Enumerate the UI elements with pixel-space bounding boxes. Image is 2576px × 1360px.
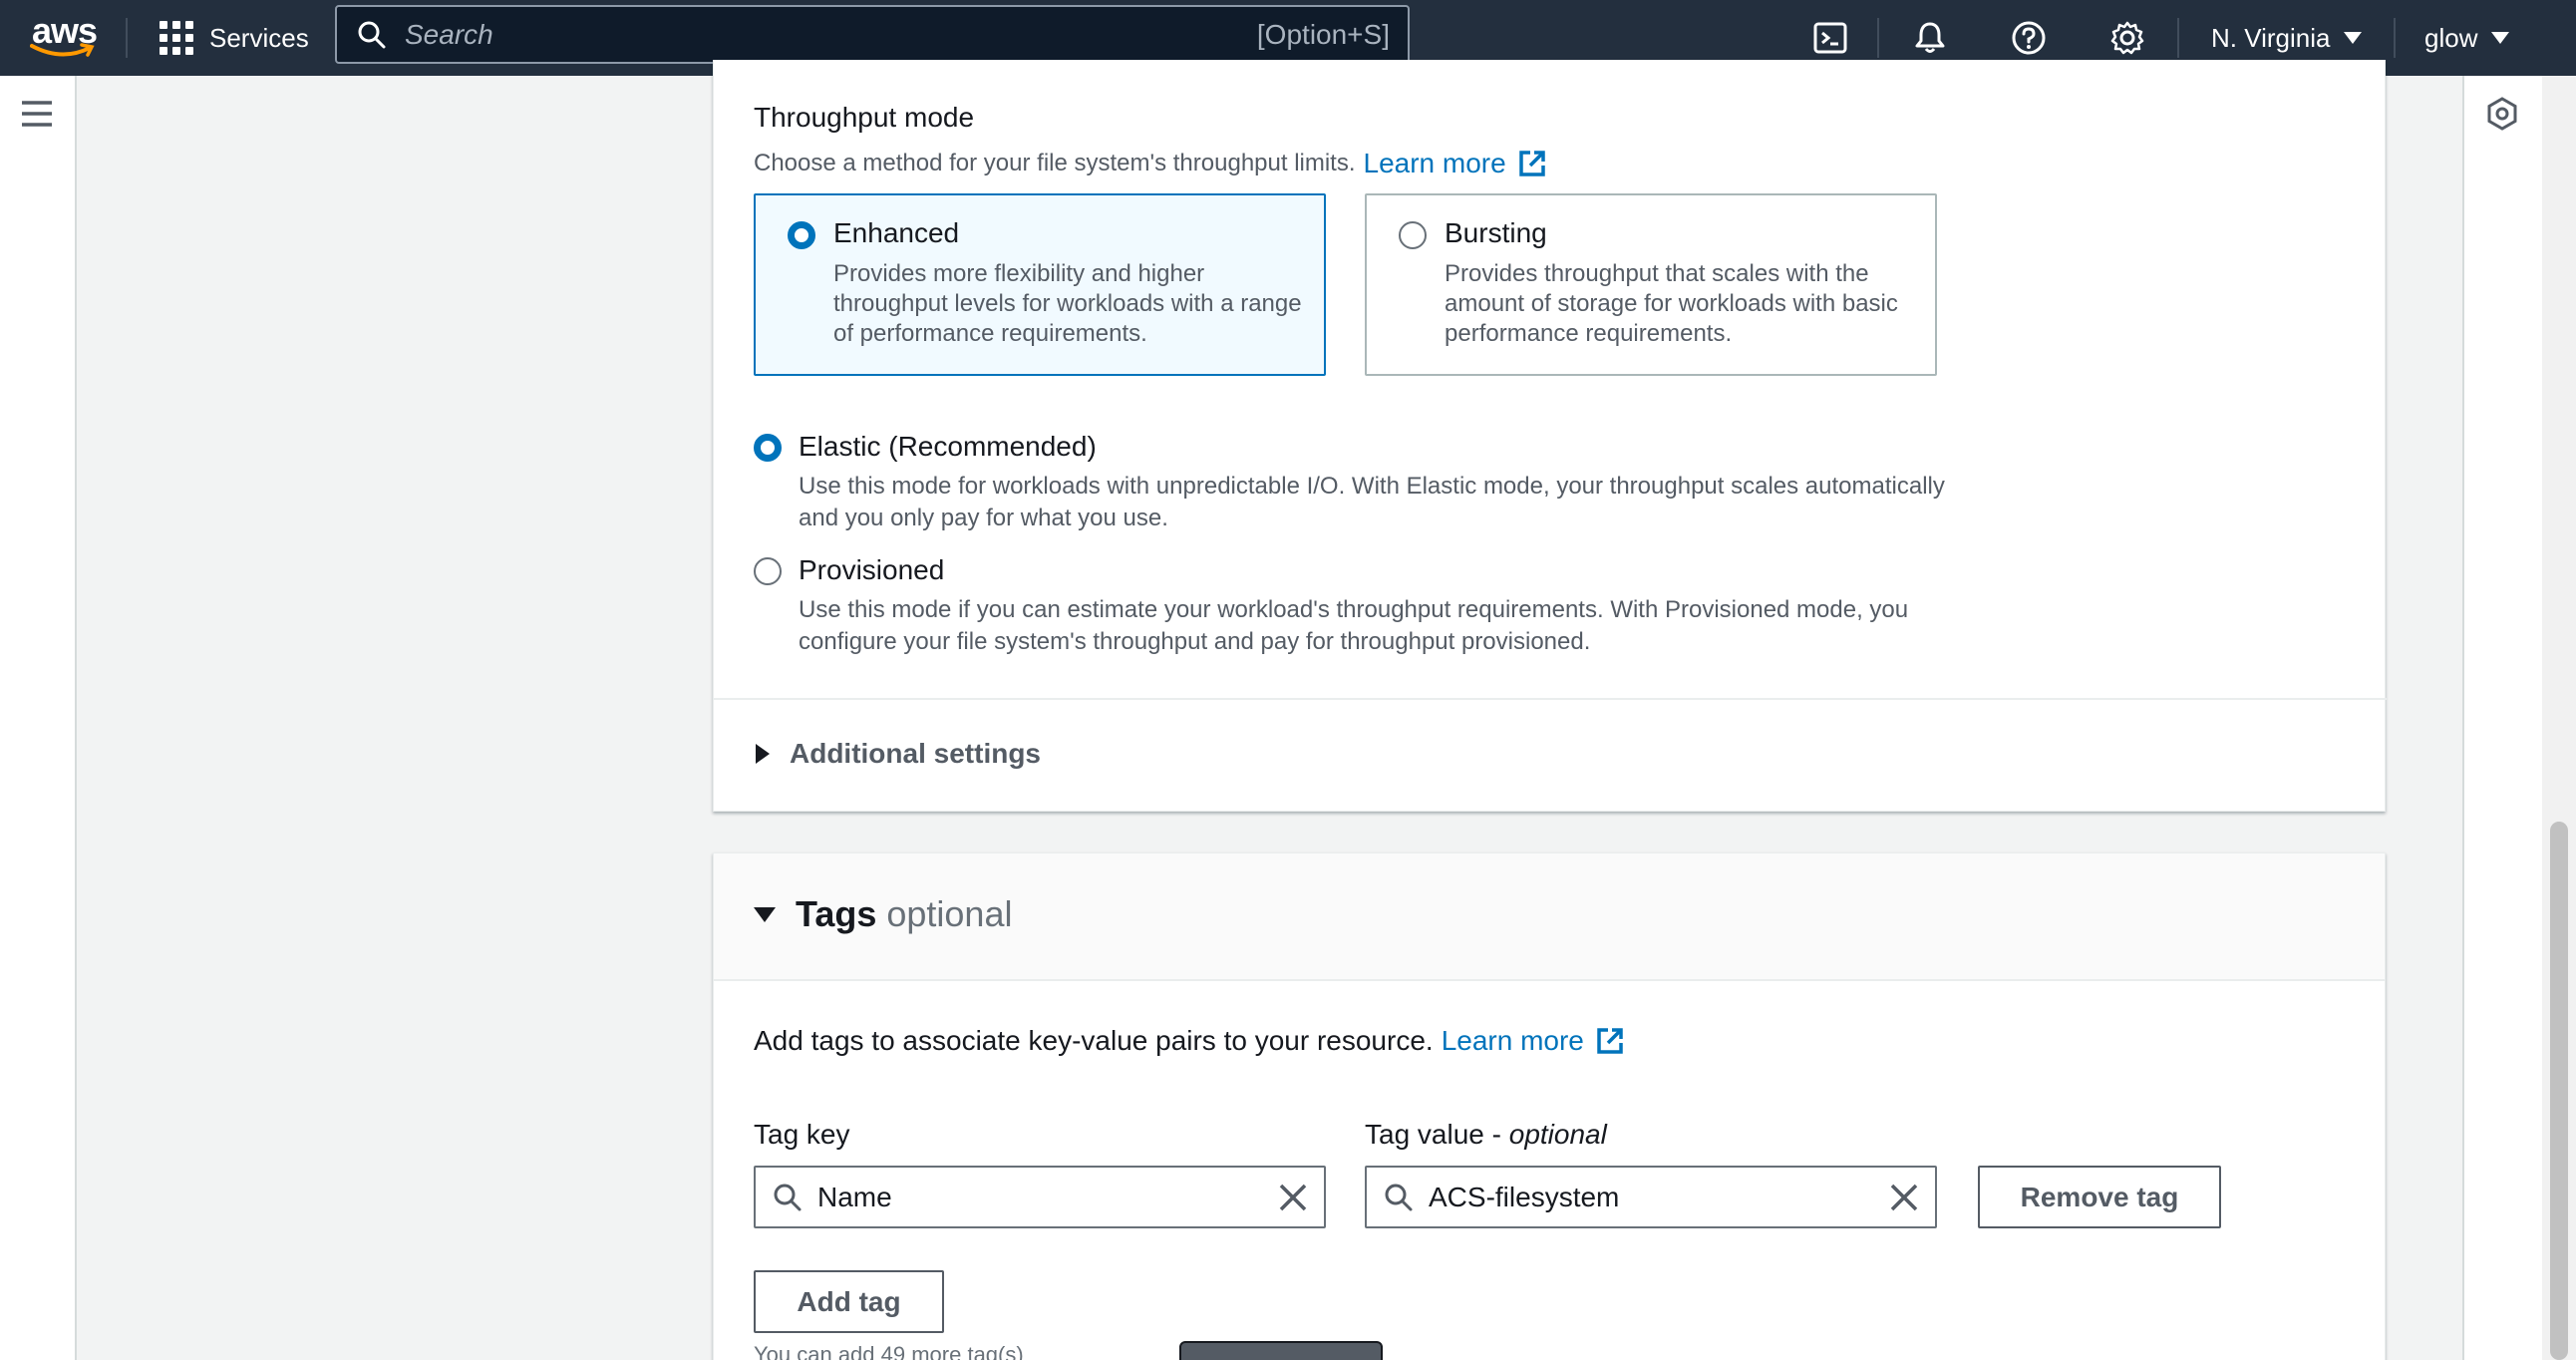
tags-description-text: Add tags to associate key-value pairs to…	[754, 1025, 1434, 1056]
option-elastic-title: Elastic (Recommended)	[799, 431, 1097, 462]
radio-provisioned[interactable]	[754, 557, 782, 585]
search-shortcut-hint: [Option+S]	[1256, 18, 1390, 50]
tag-key-input-box[interactable]	[754, 1166, 1326, 1228]
radio-bursting[interactable]	[1399, 221, 1427, 249]
option-provisioned-description: Use this mode if you can estimate your w…	[799, 596, 1909, 655]
bell-icon	[1915, 22, 1945, 53]
tag-value-input[interactable]	[1429, 1181, 1889, 1213]
services-menu-button[interactable]: Services	[160, 14, 309, 62]
account-menu[interactable]: glow	[2424, 18, 2510, 58]
additional-settings-label: Additional settings	[790, 738, 1041, 769]
caret-down-icon	[754, 906, 776, 922]
caret-down-icon	[2491, 32, 2510, 44]
global-search-box[interactable]: [Option+S]	[335, 5, 1410, 64]
external-link-icon[interactable]	[1516, 148, 1548, 179]
hamburger-menu-icon[interactable]	[20, 100, 54, 128]
tags-description: Add tags to associate key-value pairs to…	[754, 1025, 1626, 1057]
throughput-settings-panel: Throughput mode Choose a method for your…	[713, 60, 2387, 812]
nav-divider	[2177, 18, 2179, 58]
tag-key-label: Tag key	[754, 1119, 850, 1150]
tag-value-label: Tag value - optional	[1365, 1119, 1607, 1151]
grid-icon	[160, 21, 193, 55]
search-icon	[1385, 1184, 1413, 1210]
radio-elastic[interactable]	[754, 434, 782, 462]
tags-learn-more-link[interactable]: Learn more	[1442, 1025, 1584, 1057]
scrollbar-thumb[interactable]	[2550, 822, 2568, 1360]
help-icon	[2012, 21, 2046, 55]
search-icon	[358, 21, 386, 48]
tile-enhanced-title: Enhanced	[833, 217, 960, 248]
close-icon[interactable]	[1278, 1183, 1308, 1212]
region-label: N. Virginia	[2211, 22, 2331, 53]
tags-panel-header: Tags optional	[714, 853, 2385, 981]
nav-divider	[1877, 18, 1879, 58]
aws-smile-icon	[30, 43, 95, 57]
caret-down-icon	[2344, 32, 2363, 44]
remove-tag-button[interactable]: Remove tag	[1978, 1166, 2221, 1228]
tags-panel: Tags optional Add tags to associate key-…	[713, 852, 2386, 1360]
search-input[interactable]	[405, 18, 1257, 51]
tag-value-input-box[interactable]	[1365, 1166, 1937, 1228]
add-tag-button[interactable]: Add tag	[754, 1270, 944, 1333]
external-link-icon[interactable]	[1594, 1025, 1626, 1057]
throughput-learn-more-link[interactable]: Learn more	[1364, 148, 1506, 179]
region-selector[interactable]: N. Virginia	[2211, 18, 2363, 58]
throughput-mode-label: Throughput mode	[754, 102, 975, 133]
nav-divider	[2394, 18, 2396, 58]
nav-divider	[126, 18, 128, 58]
notifications-button[interactable]	[1906, 14, 1954, 62]
tile-bursting-description: Provides throughput that scales with the…	[1445, 260, 1898, 347]
additional-settings-expander[interactable]: Additional settings	[756, 738, 1041, 770]
tile-bursting[interactable]: Bursting Provides throughput that scales…	[1365, 193, 1937, 376]
radio-enhanced[interactable]	[788, 221, 815, 249]
right-tools-rail	[2462, 76, 2542, 1360]
hexagon-info-icon[interactable]	[2484, 96, 2520, 132]
tag-value-optional-label: optional	[1508, 1119, 1607, 1150]
gear-icon	[2110, 21, 2144, 55]
cloudshell-button[interactable]	[1806, 14, 1854, 62]
floating-tooltip	[1179, 1341, 1383, 1360]
option-provisioned-title: Provisioned	[799, 554, 945, 585]
tile-bursting-title: Bursting	[1445, 217, 1547, 248]
tile-enhanced[interactable]: Enhanced Provides more flexibility and h…	[754, 193, 1326, 376]
cloudshell-icon	[1813, 22, 1847, 54]
tags-title: Tags	[796, 893, 877, 934]
throughput-mode-description: Choose a method for your file system's t…	[754, 148, 1548, 179]
account-username: glow	[2424, 22, 2478, 53]
page-scrollbar[interactable]	[2542, 76, 2576, 1360]
throughput-description-text: Choose a method for your file system's t…	[754, 150, 1356, 176]
tag-value-label-text: Tag value -	[1365, 1119, 1509, 1150]
tags-remaining-hint: You can add 49 more tag(s)	[754, 1342, 1024, 1360]
tags-section-toggle[interactable]: Tags optional	[754, 893, 1012, 935]
search-icon	[774, 1184, 802, 1210]
tags-optional-label: optional	[886, 893, 1013, 934]
aws-logo[interactable]: aws	[30, 10, 100, 64]
settings-button[interactable]	[2103, 14, 2151, 62]
section-divider	[714, 698, 2387, 700]
option-elastic-description: Use this mode for workloads with unpredi…	[799, 473, 1945, 531]
tile-enhanced-description: Provides more flexibility and higher thr…	[833, 260, 1302, 347]
services-label: Services	[209, 22, 309, 53]
help-button[interactable]	[2005, 14, 2053, 62]
left-navigation-rail	[0, 76, 77, 1360]
tag-key-input[interactable]	[817, 1181, 1278, 1213]
close-icon[interactable]	[1889, 1183, 1919, 1212]
caret-right-icon	[756, 744, 770, 764]
